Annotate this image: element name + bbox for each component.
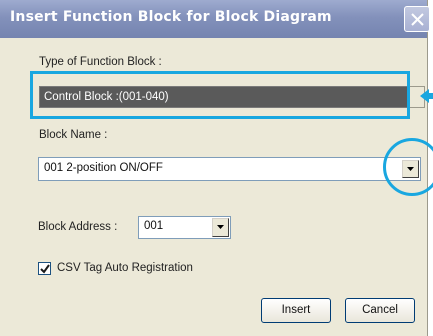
cancel-button[interactable]: Cancel — [345, 298, 415, 323]
block-address-label: Block Address : — [38, 221, 118, 233]
type-of-function-block-label: Type of Function Block : — [39, 56, 162, 68]
annotation-highlight-rectangle — [30, 71, 410, 119]
checkmark-icon — [40, 264, 50, 274]
dialog-title: Insert Function Block for Block Diagram — [10, 9, 332, 25]
block-address-select[interactable]: 001 — [138, 216, 231, 239]
pointer-arrow-icon — [420, 89, 433, 103]
block-address-dropdown-button[interactable] — [212, 218, 229, 237]
close-icon — [411, 13, 424, 26]
annotation-highlight-circle — [383, 138, 433, 196]
block-name-select[interactable]: 001 2-position ON/OFF — [38, 157, 421, 181]
insert-button[interactable]: Insert — [261, 298, 331, 323]
block-name-value: 001 2-position ON/OFF — [44, 162, 163, 174]
block-address-value: 001 — [144, 220, 164, 232]
insert-function-block-dialog: Insert Function Block for Block Diagram … — [0, 0, 433, 336]
title-bar[interactable]: Insert Function Block for Block Diagram — [0, 0, 430, 38]
csv-tag-auto-registration-label[interactable]: CSV Tag Auto Registration — [57, 262, 193, 274]
csv-tag-auto-registration-checkbox[interactable] — [38, 262, 51, 275]
block-name-label: Block Name : — [39, 129, 108, 141]
chevron-down-icon — [217, 225, 224, 229]
close-button[interactable] — [404, 6, 430, 32]
